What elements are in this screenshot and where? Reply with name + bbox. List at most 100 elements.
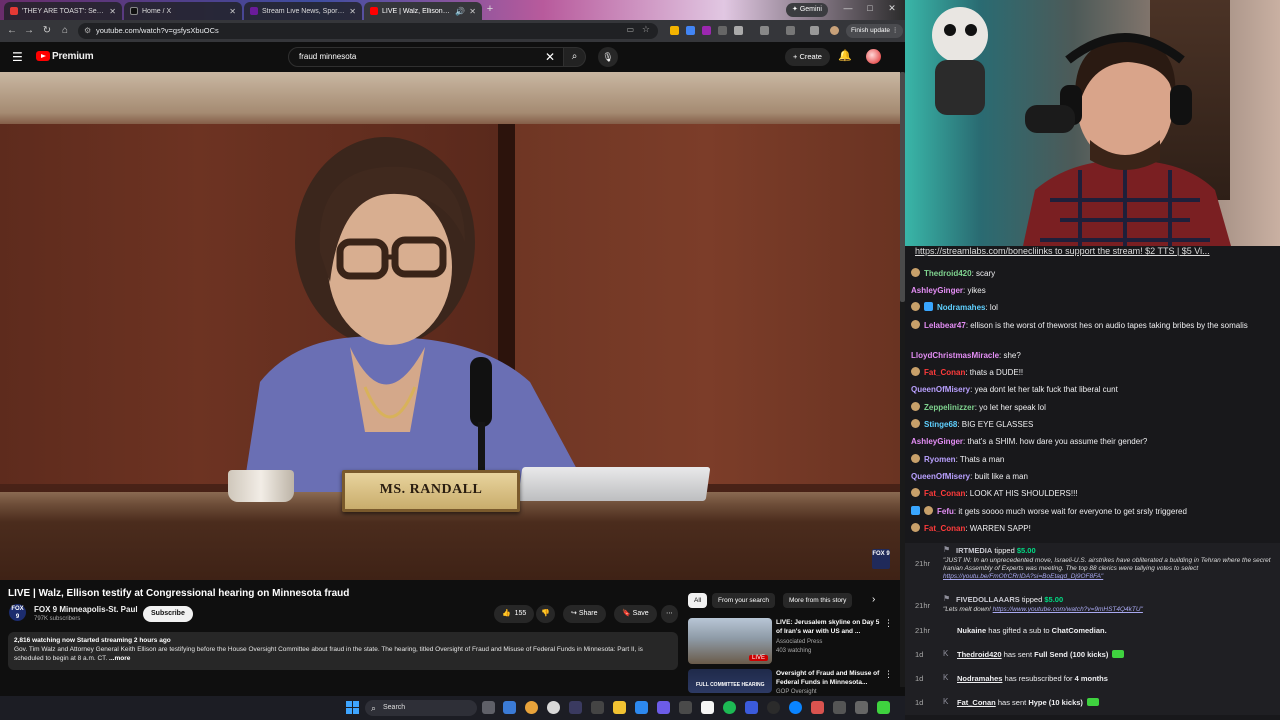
chat-username[interactable]: Stinge68 [924,420,957,429]
channel-name[interactable]: FOX 9 Minneapolis-St. Paul [34,605,138,614]
browser-tab-active[interactable]: LIVE | Walz, Ellison testify at ... 🔊 ✕ [364,2,482,20]
chat-username[interactable]: Fefu [937,507,954,516]
more-vertical-icon[interactable]: ⋮ [884,618,893,629]
event-username[interactable]: Thedroid420 [957,650,1002,659]
close-icon[interactable]: ✕ [349,7,356,16]
spotify-icon[interactable] [723,701,736,714]
close-icon[interactable]: ✕ [469,7,476,16]
install-icon[interactable]: ▭ [626,25,634,34]
description-more-link[interactable]: ...more [109,655,130,662]
more-vertical-icon[interactable]: ⋮ [884,669,893,680]
bookmark-star-icon[interactable]: ☆ [642,24,650,35]
account-avatar[interactable] [866,49,881,64]
search-input[interactable]: fraud minnesota ✕ [288,47,564,67]
chrome-icon[interactable] [525,701,538,714]
event-username[interactable]: FIVEDOLLAAARS [956,595,1020,604]
save-button[interactable]: 🔖 Save [614,605,657,623]
maximize-icon[interactable]: □ [863,3,877,13]
event-username[interactable]: Nukaine [957,626,986,635]
chat-username[interactable]: AshleyGinger [911,286,963,295]
kick-icon[interactable] [877,701,890,714]
create-button[interactable]: + Create [785,48,830,66]
sidebar-icon[interactable] [786,26,795,35]
youtube-premium-logo[interactable]: Premium [52,51,94,62]
extension-icon[interactable] [718,26,727,35]
chat-username[interactable]: Nodramahes [937,303,985,312]
app-icon[interactable] [591,701,604,714]
description-box[interactable]: 2,816 watching now Started streaming 2 h… [8,632,678,670]
event-username[interactable]: Fat_Conan [957,698,996,707]
chip-from-your-search[interactable]: From your search [712,593,775,608]
app-icon[interactable] [833,701,846,714]
task-view-icon[interactable] [482,701,495,714]
tip-link[interactable]: https://youtu.be/FmOfrCRrIDA?si=BoEtagd_… [943,573,1103,580]
browser-tab[interactable]: Stream Live News, Sports... ✕ [244,2,362,20]
app-icon[interactable] [547,701,560,714]
chat-username[interactable]: Zeppelinizzer [924,403,975,412]
extension-icon[interactable] [686,26,695,35]
download-icon[interactable] [810,26,819,35]
chat-username[interactable]: Ryomen [924,455,956,464]
chat-username[interactable]: Thedroid420 [924,269,972,278]
browser-tab[interactable]: Home / X ✕ [124,2,242,20]
chat-username[interactable]: AshleyGinger [911,437,963,446]
chat-username[interactable]: QueenOfMisery [911,385,970,394]
close-icon[interactable]: ✕ [229,7,236,16]
subscribe-button[interactable]: Subscribe [143,606,193,622]
app-icon[interactable] [811,701,824,714]
back-icon[interactable]: ← [5,24,19,38]
speaker-icon[interactable]: 🔊 [455,7,465,16]
gemini-button[interactable]: ✦ Gemini [786,3,828,17]
extensions-puzzle-icon[interactable] [760,26,769,35]
voice-search-button[interactable]: 🎙 [598,47,618,67]
extension-icon[interactable] [734,26,743,35]
app-icon[interactable] [789,701,802,714]
reload-icon[interactable]: ↻ [40,24,54,38]
app-icon[interactable] [657,701,670,714]
chat-pinned-banner[interactable]: https://streamlabs.com/bonecliinks to su… [905,246,1280,260]
extension-icon[interactable] [702,26,711,35]
app-icon[interactable] [635,701,648,714]
app-icon[interactable] [745,701,758,714]
close-icon[interactable]: ✕ [109,7,116,16]
chat-username[interactable]: Lelabear47 [924,321,966,330]
app-icon[interactable] [569,701,582,714]
chat-username[interactable]: QueenOfMisery [911,472,970,481]
event-username[interactable]: IRTMEDIA [956,546,992,555]
finish-update-button[interactable]: Finish update ⋮ [846,24,904,38]
app-icon[interactable] [767,701,780,714]
chat-username[interactable]: LloydChristmasMiracle [911,351,999,360]
close-window-icon[interactable]: ✕ [885,3,899,14]
recommended-video[interactable]: LIVE LIVE: Jerusalem skyline on Day 5 of… [688,618,898,668]
home-icon[interactable]: ⌂ [58,24,72,38]
app-icon[interactable] [679,701,692,714]
new-tab-button[interactable]: + [484,4,496,16]
url-bar[interactable]: ⚙ youtube.com/watch?v=gsfysXbuOCs ▭ ☆ [78,23,658,39]
chat-username[interactable]: Fat_Conan [924,489,965,498]
chevron-right-icon[interactable]: › [872,594,875,605]
minimize-icon[interactable]: — [841,3,855,13]
chat-username[interactable]: Fat_Conan [924,524,965,533]
like-button[interactable]: 👍 155 [494,605,535,623]
more-actions-button[interactable]: ⋯ [661,605,678,623]
menu-icon[interactable]: ☰ [12,50,23,64]
chip-all[interactable]: All [688,593,708,608]
profile-avatar-icon[interactable] [830,26,839,35]
app-icon[interactable] [855,701,868,714]
dislike-button[interactable]: 👎 [536,605,555,623]
app-icon[interactable] [503,701,516,714]
clear-search-icon[interactable]: ✕ [545,50,555,64]
chat-username[interactable]: Fat_Conan [924,368,965,377]
tip-link[interactable]: https://www.youtube.com/watch?v=9mHST4Q4… [993,606,1143,613]
app-icon[interactable] [701,701,714,714]
event-username[interactable]: Nodramahes [957,674,1002,683]
youtube-logo-icon[interactable] [36,51,50,61]
forward-icon[interactable]: → [22,24,36,38]
extension-icon[interactable] [670,26,679,35]
notifications-bell-icon[interactable]: 🔔 [838,49,852,62]
browser-tab[interactable]: 'THEY ARE TOAST': Sec Hegseth ✕ [4,2,122,20]
share-button[interactable]: ↪ Share [563,605,606,623]
chip-more-from-this-story[interactable]: More from this story [783,593,853,608]
video-player[interactable]: MS. RANDALL FOX 9 [0,72,900,580]
site-info-icon[interactable]: ⚙ [84,26,91,35]
